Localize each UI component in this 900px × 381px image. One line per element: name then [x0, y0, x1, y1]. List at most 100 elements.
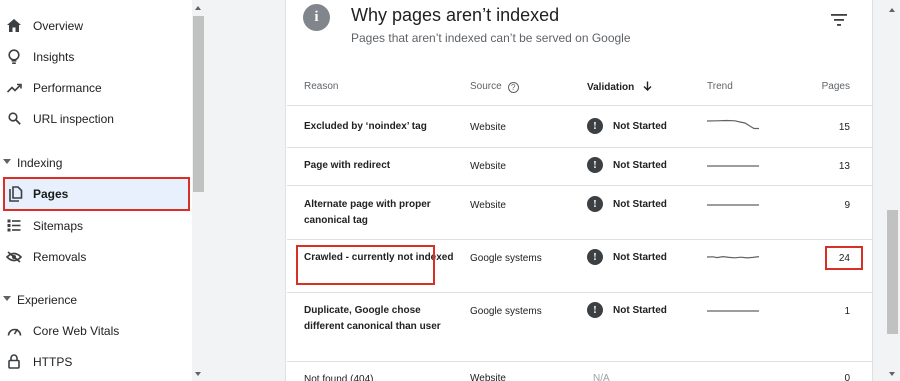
table-row-reason[interactable]: Not found (404) — [304, 372, 454, 381]
validation-label: Not Started — [613, 304, 667, 316]
pages-icon — [8, 186, 24, 202]
scroll-up-icon[interactable] — [195, 6, 201, 10]
info-icon: i — [303, 4, 330, 31]
trend-sparkline — [707, 255, 759, 259]
lock-icon — [6, 354, 22, 370]
validation-label: Not Started — [613, 198, 667, 210]
sidebar-item-removals[interactable]: Removals — [0, 241, 190, 272]
trend-sparkline — [707, 310, 759, 312]
sidebar-item-label: Sitemaps — [33, 218, 84, 233]
table-row-pages: 1 — [844, 306, 850, 317]
alert-icon: ! — [587, 196, 603, 212]
validation-label: Not Started — [613, 251, 667, 263]
table-row-pages: 0 — [844, 373, 850, 381]
table-row-reason[interactable]: Alternate page with proper canonical tag — [304, 197, 454, 229]
sidebar-item-label: Overview — [33, 18, 84, 33]
home-icon — [6, 18, 22, 34]
alert-icon: ! — [587, 302, 603, 318]
table-row-reason[interactable]: Page with redirect — [304, 158, 454, 174]
table-row-source: Website — [470, 161, 506, 172]
main-scrollbar[interactable] — [885, 0, 900, 381]
sidebar-item-label: Performance — [33, 80, 102, 95]
sidebar-item-core-web-vitals[interactable]: Core Web Vitals — [0, 315, 190, 346]
table-row-reason[interactable]: Duplicate, Google chose different canoni… — [304, 303, 454, 335]
validation-status: ! Not Started — [587, 302, 667, 318]
scroll-up-icon[interactable] — [889, 8, 895, 12]
sidebar-section-experience[interactable]: Experience — [0, 288, 190, 312]
table-row-source: Website — [470, 200, 506, 211]
sitemap-icon — [6, 218, 22, 234]
row-divider — [287, 361, 872, 362]
column-header-trend[interactable]: Trend — [707, 81, 733, 92]
not-indexed-card: i Why pages aren’t indexed Pages that ar… — [285, 0, 873, 381]
column-header-label: Validation — [587, 82, 635, 93]
search-icon — [6, 111, 22, 127]
column-header-source[interactable]: Source? — [470, 81, 519, 93]
removals-icon — [6, 249, 22, 265]
sidebar-item-sitemaps[interactable]: Sitemaps — [0, 210, 190, 241]
search-console-app: Overview Insights Performance URL inspec… — [0, 0, 900, 381]
row-divider — [287, 185, 872, 186]
lightbulb-icon — [6, 48, 22, 65]
validation-status: ! Not Started — [587, 157, 667, 173]
trending-up-icon — [6, 80, 22, 96]
highlight-box-pages — [825, 246, 863, 270]
caret-down-icon — [3, 159, 11, 164]
sidebar-section-indexing[interactable]: Indexing — [0, 151, 190, 175]
scrollbar-thumb[interactable] — [887, 210, 898, 334]
gauge-icon — [6, 323, 22, 339]
table-row-pages: 13 — [838, 161, 850, 172]
trend-sparkline — [707, 119, 759, 130]
scroll-down-icon[interactable] — [195, 372, 201, 376]
main-content: i Why pages aren’t indexed Pages that ar… — [205, 0, 885, 381]
row-divider — [287, 292, 872, 293]
sidebar-item-url-inspection[interactable]: URL inspection — [0, 103, 190, 134]
sidebar-item-https[interactable]: HTTPS — [0, 346, 190, 377]
sidebar-item-label: Core Web Vitals — [33, 323, 120, 338]
sidebar-item-pages[interactable]: Pages — [3, 177, 190, 211]
validation-status: N/A — [593, 373, 610, 381]
table-row-source: Website — [470, 373, 506, 381]
validation-status: ! Not Started — [587, 249, 667, 265]
row-divider — [287, 147, 872, 148]
trend-sparkline — [707, 204, 759, 206]
row-divider — [287, 105, 872, 106]
table-row-source: Google systems — [470, 306, 542, 317]
trend-sparkline — [707, 165, 759, 167]
column-header-pages[interactable]: Pages — [822, 81, 850, 92]
sidebar-item-overview[interactable]: Overview — [0, 10, 190, 41]
sidebar-item-label: URL inspection — [33, 111, 114, 126]
validation-label: Not Started — [613, 159, 667, 171]
sidebar-item-label: Pages — [33, 187, 69, 201]
scrollbar-thumb[interactable] — [193, 16, 204, 192]
alert-icon: ! — [587, 118, 603, 134]
card-title: Why pages aren’t indexed — [351, 5, 560, 25]
alert-icon: ! — [587, 157, 603, 173]
sidebar-item-label: Insights — [33, 49, 75, 64]
table-row-source: Google systems — [470, 253, 542, 264]
validation-label: Not Started — [613, 120, 667, 132]
table-row-source: Website — [470, 122, 506, 133]
column-header-reason[interactable]: Reason — [304, 81, 338, 92]
sidebar-scrollbar[interactable] — [192, 0, 205, 381]
scroll-down-icon[interactable] — [889, 372, 895, 376]
validation-status: ! Not Started — [587, 196, 667, 212]
column-header-validation[interactable]: Validation — [587, 81, 652, 93]
caret-down-icon — [3, 296, 11, 301]
sidebar-item-label: HTTPS — [33, 354, 73, 369]
validation-status: ! Not Started — [587, 118, 667, 134]
filter-icon[interactable] — [831, 14, 847, 26]
card-subtitle: Pages that aren’t indexed can’t be serve… — [351, 31, 631, 45]
table-row-reason[interactable]: Excluded by ‘noindex’ tag — [304, 119, 454, 135]
highlight-box-reason — [296, 245, 435, 285]
table-row-pages: 15 — [838, 122, 850, 133]
column-header-label: Source — [470, 81, 502, 92]
alert-icon: ! — [587, 249, 603, 265]
sidebar-item-performance[interactable]: Performance — [0, 72, 190, 103]
sidebar-item-label: Removals — [33, 249, 87, 264]
sidebar-section-label: Indexing — [17, 156, 63, 170]
row-divider — [287, 239, 872, 240]
sidebar-item-insights[interactable]: Insights — [0, 41, 190, 72]
help-icon[interactable]: ? — [507, 82, 519, 93]
sidebar: Overview Insights Performance URL inspec… — [0, 0, 192, 381]
